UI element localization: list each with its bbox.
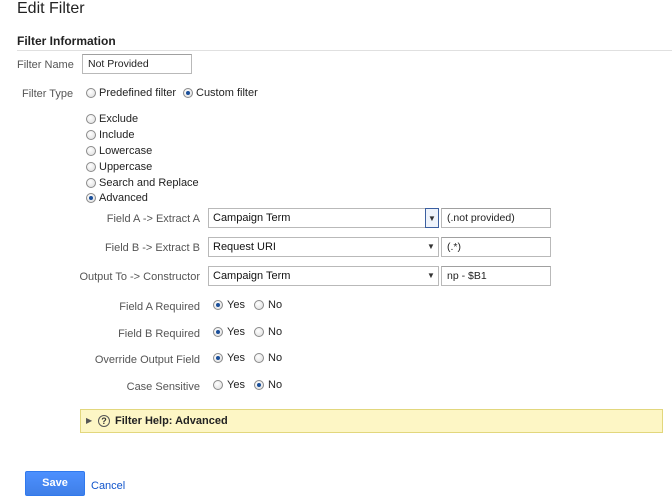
advanced-label[interactable]: Advanced xyxy=(99,192,148,204)
uppercase-label[interactable]: Uppercase xyxy=(99,161,152,173)
expand-arrow-icon[interactable]: ▶ xyxy=(86,416,92,425)
override-output-no-label[interactable]: No xyxy=(268,352,282,364)
field-b-required-yes-radio[interactable] xyxy=(213,327,223,337)
advanced-radio[interactable] xyxy=(86,193,96,203)
case-sensitive-label: Case Sensitive xyxy=(126,381,200,393)
lowercase-label[interactable]: Lowercase xyxy=(99,145,152,157)
field-a-select-value: Campaign Term xyxy=(213,212,291,224)
include-radio[interactable] xyxy=(86,130,96,140)
chevron-down-icon[interactable]: ▼ xyxy=(424,267,438,285)
extract-a-input[interactable] xyxy=(441,208,551,228)
filter-type-label: Filter Type xyxy=(22,88,74,100)
override-output-yes-radio[interactable] xyxy=(213,353,223,363)
field-a-required-no-radio[interactable] xyxy=(254,300,264,310)
filter-help-label[interactable]: Filter Help: Advanced xyxy=(115,415,228,427)
field-b-required-yes-label[interactable]: Yes xyxy=(227,326,245,338)
output-select[interactable]: Campaign Term ▼ xyxy=(208,266,439,286)
field-a-required-label: Field A Required xyxy=(119,301,200,313)
override-output-no-radio[interactable] xyxy=(254,353,264,363)
field-b-required-no-label[interactable]: No xyxy=(268,326,282,338)
filter-name-input[interactable] xyxy=(82,54,192,74)
field-b-select[interactable]: Request URI ▼ xyxy=(208,237,439,257)
output-to-label: Output To -> Constructor xyxy=(79,271,200,283)
exclude-label[interactable]: Exclude xyxy=(99,113,138,125)
section-divider xyxy=(17,50,672,51)
field-a-label: Field A -> Extract A xyxy=(106,213,200,225)
exclude-radio[interactable] xyxy=(86,114,96,124)
field-b-label: Field B -> Extract B xyxy=(104,242,200,254)
include-label[interactable]: Include xyxy=(99,129,134,141)
predefined-filter-radio[interactable] xyxy=(86,88,96,98)
field-a-required-no-label[interactable]: No xyxy=(268,299,282,311)
field-b-required-label: Field B Required xyxy=(118,328,200,340)
extract-b-input[interactable] xyxy=(441,237,551,257)
output-select-value: Campaign Term xyxy=(213,270,291,282)
custom-filter-label[interactable]: Custom filter xyxy=(196,87,258,99)
page-title: Edit Filter xyxy=(17,0,85,17)
predefined-filter-label[interactable]: Predefined filter xyxy=(99,87,176,99)
filter-name-label: Filter Name xyxy=(17,59,74,71)
override-output-label: Override Output Field xyxy=(94,354,200,366)
lowercase-radio[interactable] xyxy=(86,146,96,156)
case-sensitive-no-radio[interactable] xyxy=(254,380,264,390)
constructor-input[interactable] xyxy=(441,266,551,286)
uppercase-radio[interactable] xyxy=(86,162,96,172)
field-a-select[interactable]: Campaign Term ▼ xyxy=(208,208,439,228)
section-title: Filter Information xyxy=(17,34,116,48)
field-b-select-value: Request URI xyxy=(213,241,276,253)
chevron-down-icon[interactable]: ▼ xyxy=(424,238,438,256)
field-b-required-no-radio[interactable] xyxy=(254,327,264,337)
case-sensitive-no-label[interactable]: No xyxy=(268,379,282,391)
search-and-replace-radio[interactable] xyxy=(86,178,96,188)
field-a-required-yes-radio[interactable] xyxy=(213,300,223,310)
case-sensitive-yes-radio[interactable] xyxy=(213,380,223,390)
field-a-required-yes-label[interactable]: Yes xyxy=(227,299,245,311)
cancel-link[interactable]: Cancel xyxy=(91,480,125,492)
question-circle-icon: ? xyxy=(98,415,110,427)
override-output-yes-label[interactable]: Yes xyxy=(227,352,245,364)
chevron-down-icon[interactable]: ▼ xyxy=(425,208,439,228)
save-button[interactable]: Save xyxy=(25,471,85,496)
custom-filter-radio[interactable] xyxy=(183,88,193,98)
search-and-replace-label[interactable]: Search and Replace xyxy=(99,177,199,189)
filter-help-bar[interactable]: ▶ ? Filter Help: Advanced xyxy=(80,409,663,433)
case-sensitive-yes-label[interactable]: Yes xyxy=(227,379,245,391)
